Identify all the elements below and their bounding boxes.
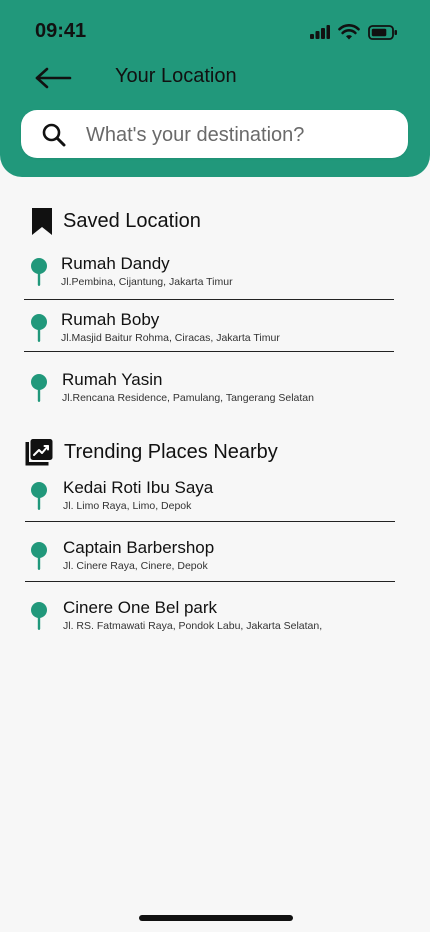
place-address: Jl.Rencana Residence, Pamulang, Tangeran… (62, 392, 314, 404)
cellular-signal-icon (310, 25, 330, 39)
list-item[interactable]: Rumah Yasin Jl.Rencana Residence, Pamula… (24, 370, 395, 416)
divider (24, 299, 394, 300)
place-address: Jl.Masjid Baitur Rohma, Ciracas, Jakarta… (61, 332, 280, 344)
divider (25, 521, 395, 522)
place-name: Kedai Roti Ibu Saya (63, 478, 214, 497)
section-title: Trending Places Nearby (64, 441, 278, 463)
list-item[interactable]: Rumah Boby Jl.Masjid Baitur Rohma, Cirac… (24, 310, 395, 356)
location-pin-icon (31, 314, 47, 342)
list-item[interactable]: Cinere One Bel park Jl. RS. Fatmawati Ra… (24, 598, 395, 644)
place-name: Captain Barbershop (63, 538, 215, 557)
location-pin-icon (31, 258, 47, 286)
section-title: Saved Location (63, 210, 201, 232)
bookmark-icon (32, 208, 52, 235)
wifi-icon (338, 24, 360, 40)
back-button[interactable] (34, 62, 74, 92)
trending-chart-icon (25, 439, 53, 466)
status-time: 09:41 (35, 20, 87, 42)
battery-icon (368, 24, 397, 40)
search-bar[interactable] (21, 110, 408, 160)
arrow-left-icon (35, 67, 72, 89)
saved-location-heading: Saved Location (31, 207, 201, 236)
place-name: Cinere One Bel park (63, 598, 218, 617)
place-address: Jl. RS. Fatmawati Raya, Pondok Labu, Jak… (63, 620, 323, 632)
page-title: Your Location (115, 65, 237, 87)
location-pin-icon (31, 542, 47, 570)
place-address: Jl.Pembina, Cijantung, Jakarta Timur (61, 276, 233, 288)
place-address: Jl. Limo Raya, Limo, Depok (63, 500, 192, 512)
location-pin-icon (31, 602, 47, 630)
divider (24, 351, 394, 352)
home-indicator (139, 915, 293, 921)
search-input[interactable] (84, 110, 398, 160)
place-name: Rumah Boby (61, 310, 160, 329)
list-item[interactable]: Captain Barbershop Jl. Cinere Raya, Cine… (24, 538, 395, 584)
trending-places-heading: Trending Places Nearby (25, 439, 278, 466)
header: 09:41 Your Location (0, 0, 430, 177)
place-address: Jl. Cinere Raya, Cinere, Depok (63, 560, 208, 572)
place-name: Rumah Yasin (62, 370, 163, 389)
search-icon (42, 123, 66, 147)
location-pin-icon (31, 482, 47, 510)
list-item[interactable]: Rumah Dandy Jl.Pembina, Cijantung, Jakar… (24, 254, 395, 300)
status-icons (310, 21, 398, 43)
location-pin-icon (31, 374, 47, 402)
list-item[interactable]: Kedai Roti Ibu Saya Jl. Limo Raya, Limo,… (24, 478, 395, 524)
divider (25, 581, 395, 582)
place-name: Rumah Dandy (61, 254, 170, 273)
